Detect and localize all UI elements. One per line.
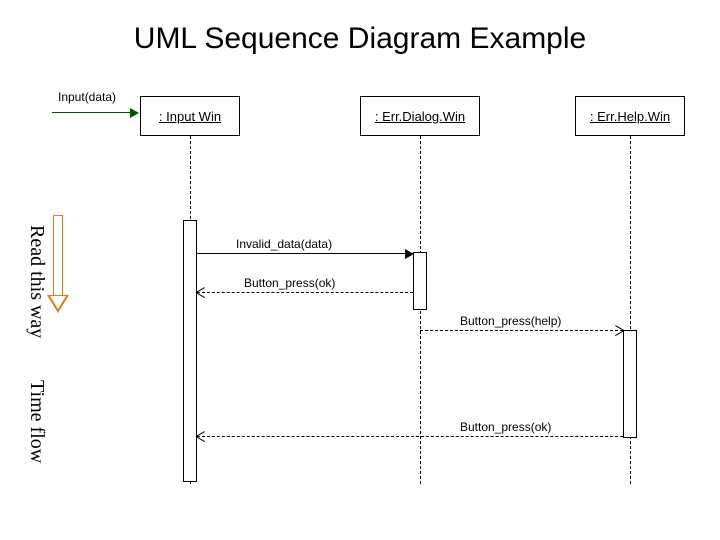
activation-input-win (183, 220, 197, 482)
msg-button-help (420, 330, 623, 331)
read-this-way-label: Read this way (25, 225, 48, 338)
activation-err-help-win (623, 330, 637, 438)
msg-button-ok-2-label: Button_press(ok) (460, 420, 551, 434)
sequence-diagram: Input(data) : Input Win : Err.Dialog.Win… (0, 90, 720, 520)
activation-err-dialog-win (413, 252, 427, 310)
slide-title: UML Sequence Diagram Example (0, 22, 720, 56)
actor-input-win: : Input Win (140, 96, 240, 136)
msg-invalid-data (197, 253, 413, 254)
read-direction-arrow-icon (49, 215, 67, 315)
lifeline-err-dialog-win (420, 136, 421, 484)
msg-button-help-label: Button_press(help) (460, 314, 561, 328)
actor-err-dialog-win: : Err.Dialog.Win (360, 96, 480, 136)
msg-button-ok-1-label: Button_press(ok) (244, 276, 335, 290)
msg-button-ok-1 (197, 292, 413, 293)
msg-button-ok-2 (197, 436, 623, 437)
input-event-label: Input(data) (58, 90, 116, 104)
input-event-arrow (52, 112, 138, 113)
actor-err-help-win: : Err.Help.Win (575, 96, 685, 136)
msg-invalid-data-label: Invalid_data(data) (236, 237, 332, 251)
time-flow-label: Time flow (25, 380, 48, 463)
